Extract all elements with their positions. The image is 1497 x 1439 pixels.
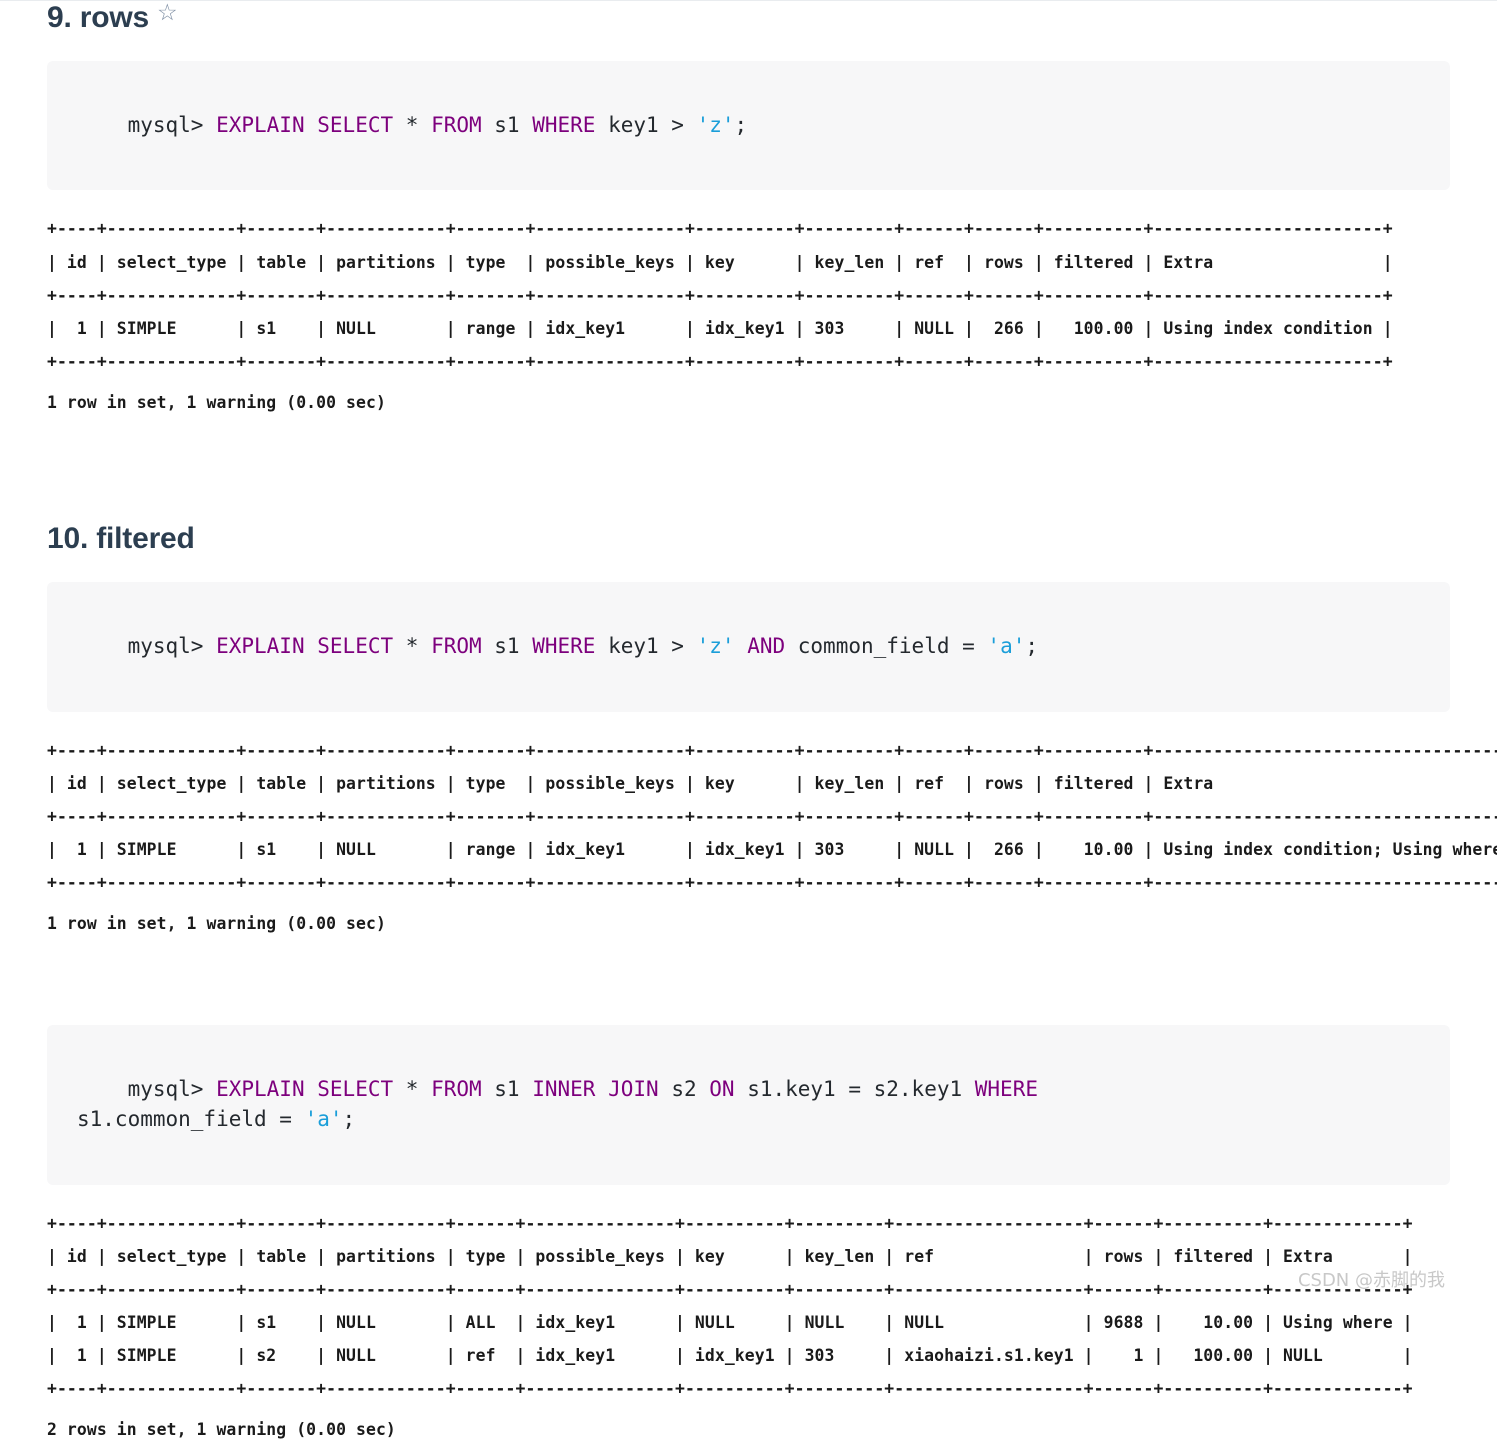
sql-token: EXPLAIN (216, 1077, 305, 1102)
sql-token: ON (709, 1077, 735, 1102)
sql-code-block-3[interactable]: mysql> EXPLAIN SELECT * FROM s1 INNER JO… (47, 1025, 1450, 1185)
sql-token: JOIN (608, 1077, 659, 1102)
sql-code-block-2[interactable]: mysql> EXPLAIN SELECT * FROM s1 WHERE ke… (47, 582, 1450, 712)
sql-token: WHERE (532, 112, 596, 137)
sql-token: AND (747, 633, 786, 658)
mysql-prompt: mysql> (127, 112, 217, 137)
section-heading-rows: 9. rows ☆ (47, 1, 1450, 35)
sql-token: * (393, 1077, 432, 1102)
sql-token: FROM (431, 112, 482, 137)
sql-token: ; (1025, 633, 1039, 658)
sql-code-block-1[interactable]: mysql> EXPLAIN SELECT * FROM s1 WHERE ke… (47, 61, 1450, 191)
sql-tokens-3: EXPLAIN SELECT * FROM s1 INNER JOIN s2 O… (77, 1077, 1038, 1131)
sql-token: key1 > (595, 112, 697, 137)
sql-token: INNER (532, 1077, 596, 1102)
result-footer-2: 1 row in set, 1 warning (0.00 sec) (47, 914, 386, 934)
sql-token: FROM (431, 1077, 482, 1102)
sql-token: 'z' (696, 112, 735, 137)
sql-token: EXPLAIN (216, 112, 305, 137)
explain-result-table-1: +----+-------------+-------+------------… (47, 219, 1393, 371)
sql-token: 'a' (987, 633, 1026, 658)
sql-token: SELECT (317, 633, 394, 658)
sql-token: FROM (431, 633, 482, 658)
sql-token: s1.common_field = (77, 1106, 292, 1131)
sql-token: WHERE (532, 633, 596, 658)
sql-token: s2 (658, 1077, 710, 1102)
result-footer-3: 2 rows in set, 1 warning (0.00 sec) (47, 1420, 396, 1439)
sql-token: s1 (481, 112, 533, 137)
sql-token: EXPLAIN (216, 633, 305, 658)
sql-tokens-2: EXPLAIN SELECT * FROM s1 WHERE key1 > 'z… (216, 634, 1038, 658)
sql-token: WHERE (974, 1077, 1038, 1102)
page-top-divider (0, 0, 1497, 1)
explain-result-table-3: +----+-------------+-------+------------… (47, 1213, 1413, 1399)
section-heading-rows-label: 9. rows (47, 1, 149, 34)
section-heading-filtered: 10. filtered (47, 522, 1450, 556)
result-footer-1: 1 row in set, 1 warning (0.00 sec) (47, 393, 386, 413)
section-heading-filtered-label: 10. filtered (47, 522, 195, 556)
sql-token: s1.key1 = s2.key1 (734, 1077, 975, 1102)
sql-token: SELECT (317, 112, 394, 137)
csdn-watermark: CSDN @赤脚的我 (1297, 1270, 1445, 1291)
article-page: 9. rows ☆ mysql> EXPLAIN SELECT * FROM s… (0, 0, 1497, 1439)
star-icon: ☆ (156, 0, 178, 26)
explain-result-table-2: +----+-------------+-------+------------… (47, 740, 1497, 893)
sql-token: * (393, 633, 432, 658)
sql-token: 'a' (304, 1106, 343, 1131)
sql-token: * (393, 112, 432, 137)
mysql-prompt: mysql> (127, 1077, 217, 1102)
sql-token: common_field = (785, 633, 988, 658)
mysql-prompt: mysql> (127, 633, 217, 658)
sql-token: key1 > (595, 633, 697, 658)
sql-token: ; (342, 1106, 356, 1131)
sql-token: SELECT (317, 1077, 394, 1102)
sql-token: 'z' (696, 633, 735, 658)
sql-tokens-1: EXPLAIN SELECT * FROM s1 WHERE key1 > 'z… (216, 113, 747, 137)
sql-token: s1 (481, 1077, 533, 1102)
sql-token: s1 (481, 633, 533, 658)
sql-token: ; (734, 112, 748, 137)
